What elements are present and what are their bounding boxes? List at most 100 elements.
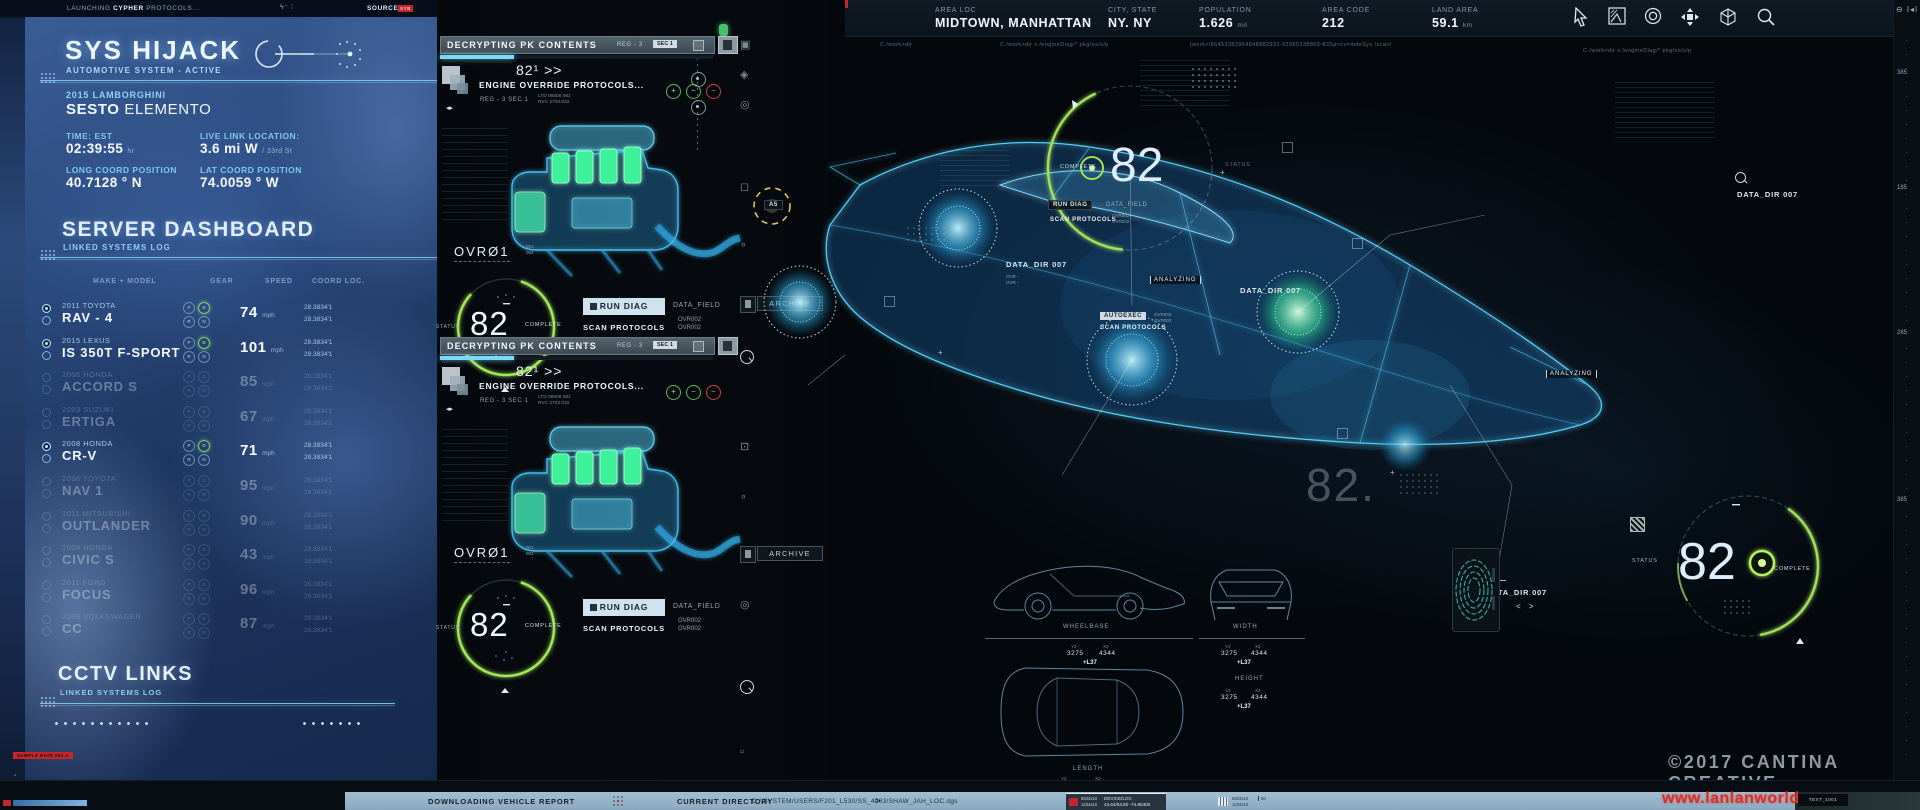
dot-decoration — [40, 696, 56, 708]
autoexec-button[interactable]: AUTOEXEC — [1100, 312, 1146, 320]
area-code-cell: AREA CODE212 — [1322, 7, 1370, 30]
cctv-title: CCTV LINKS — [58, 663, 193, 686]
document-chip-icon[interactable] — [718, 36, 738, 54]
city-state-cell: CITY, STATENY. NY — [1108, 7, 1157, 30]
row-speed: 87 mph — [240, 615, 275, 633]
minus-button[interactable]: − — [686, 84, 701, 99]
search-icon[interactable] — [740, 680, 754, 694]
search-icon[interactable] — [1735, 172, 1746, 183]
divider — [40, 703, 395, 704]
analyzing-tag: ANALYZING — [1546, 370, 1597, 378]
battery-icon — [719, 24, 728, 36]
table-row[interactable]: 2011 TOYOTA RAV - 4 PDRN 74 mph 28.3834'… — [40, 298, 437, 330]
minus-button[interactable]: − — [686, 385, 701, 400]
fingerprint-scanner[interactable] — [1452, 548, 1500, 632]
time-label: TIME: EST — [66, 131, 113, 141]
row-speed: 74 mph — [240, 304, 275, 322]
row-model: CC — [62, 621, 82, 636]
population-cell: POPULATION1.626 mil — [1199, 7, 1252, 30]
abort-button[interactable]: − — [706, 84, 721, 99]
chevron-icon[interactable]: ≻ — [875, 796, 882, 805]
move-icon[interactable] — [1680, 7, 1700, 27]
table-row[interactable]: 2015 LEXUS IS 350T F-SPORT PDRN 101 mph … — [40, 333, 437, 365]
table-row[interactable]: 2008 HONDA CIVIC S PDRN 43 mph 28.3834'1… — [40, 540, 437, 572]
row-speed: 71 mph — [240, 442, 275, 460]
table-row[interactable]: 2003 SUZUKI ERTIGA PDRN 67 mph 28.3834'1… — [40, 402, 437, 434]
decrypt-line: ENGINE OVERRIDE PROTOCOLS... — [479, 80, 644, 90]
cctv-link-dots[interactable] — [300, 721, 364, 726]
table-row[interactable]: 2006 HONDA ACCORD S PDRN 85 mph 28.3834'… — [40, 367, 437, 399]
svg-text:+: + — [1390, 468, 1395, 477]
record-target-icon[interactable] — [1644, 7, 1662, 25]
square-marker — [1352, 238, 1363, 249]
target-vehicle-year: 2015 LAMBORGHINI — [66, 90, 166, 100]
terminal-text: C:/work>dir s:/engineDiag/* pkg/os/s/p — [1000, 42, 1109, 48]
wheelbase-label: WHEELBASE — [1063, 624, 1109, 630]
ovr-label: OVRØ1 — [454, 545, 510, 563]
ovr-label: OVRØ1 — [454, 244, 510, 262]
search-icon[interactable] — [1756, 7, 1776, 27]
data-noise — [1615, 82, 1715, 142]
table-row[interactable]: 2009 VOLKSWAGEN CC PDRN 87 mph 28.3834'1… — [40, 609, 437, 641]
decrypt-percent: 82¹ >> — [516, 62, 562, 78]
run-diag-button[interactable]: RUN DIAG — [1048, 200, 1092, 210]
orbit-icon[interactable]: ◎ — [740, 98, 750, 111]
long-label: LONG COORD POSITION — [66, 165, 177, 175]
gear-indicator: PDRN — [183, 613, 217, 639]
livelink-label: LIVE LINK LOCATION: — [200, 131, 300, 141]
diamond-icon[interactable]: ◈ — [740, 68, 748, 81]
image-icon[interactable] — [1608, 7, 1626, 25]
gauge-value: 82 — [1110, 138, 1163, 193]
abort-button[interactable]: − — [706, 385, 721, 400]
table-row[interactable]: 2011 FORD FOCUS PDRN 96 mph 28.3834'128.… — [40, 575, 437, 607]
land-area-cell: LAND AREA59.1 km — [1432, 7, 1479, 30]
table-row[interactable]: 2011 MITSUBISHI OUTLANDER PDRN 90 mph 28… — [40, 506, 437, 538]
file-stack-icon — [442, 367, 472, 399]
panel-header-icon[interactable] — [693, 40, 704, 51]
gauge-value: 82 — [470, 606, 509, 644]
run-diag-button[interactable]: RUN DIAG — [583, 599, 665, 616]
confirm-button[interactable]: + — [666, 385, 681, 400]
footer-red-chip — [3, 800, 11, 806]
long-value: 40.7128 ° N — [66, 175, 142, 190]
gauge-complete-label: COMPLETE — [525, 322, 562, 328]
run-diag-button[interactable]: RUN DIAG — [583, 298, 665, 315]
panel-header[interactable]: DECRYPTING PK CONTENTS REG - 3 SEC 1 — [440, 36, 715, 54]
dashboard-subtitle: LINKED SYSTEMS LOG — [63, 243, 171, 252]
page-title: SYS HIJACK — [65, 35, 241, 66]
row-coords: 28.3834'128.3834'1 — [304, 510, 332, 534]
gear-indicator: PDRN — [183, 302, 217, 328]
cursor-icon[interactable] — [1572, 7, 1590, 27]
data-noise — [442, 128, 508, 224]
reg-sec-label: REG - 3 SEC 1 — [480, 97, 528, 103]
row-coords: 28.3834'128.3834'1 — [304, 613, 332, 637]
panel-header-icon[interactable] — [693, 341, 704, 352]
crosshair-icon — [612, 795, 624, 807]
square-marker — [884, 296, 895, 307]
gear-indicator: PDRN — [183, 371, 217, 397]
row-coords: 28.3834'128.3834'1 — [304, 475, 332, 499]
node-icon[interactable]: ▫ — [740, 746, 744, 758]
gauge-status-label: STATUS — [1632, 558, 1658, 564]
confirm-button[interactable]: + — [666, 84, 681, 99]
area-loc-cell: AREA LOCMIDTOWN, MANHATTAN — [935, 7, 1092, 30]
cube-icon[interactable] — [1718, 7, 1738, 27]
source-label: SOURCE — [367, 5, 398, 12]
window-controls[interactable]: ⊖ ǀ◂ǀ — [1896, 5, 1918, 14]
table-row[interactable]: 2006 TOYOTA NAV 1 PDRN 95 mph 28.3834'12… — [40, 471, 437, 503]
cctv-link-dots[interactable] — [52, 721, 152, 726]
document-chip-icon[interactable] — [718, 337, 738, 355]
row-speed: 95 mph — [240, 477, 275, 495]
left-edge-strip — [0, 0, 25, 810]
panel-header[interactable]: DECRYPTING PK CONTENTS REG - 3 SEC 1 — [440, 337, 715, 355]
dot-decoration — [40, 249, 56, 261]
table-row[interactable]: 2008 HONDA CR-V PDRN 71 mph 28.3834'128.… — [40, 436, 437, 468]
row-coords: 28.3834'128.3834'1 — [304, 579, 332, 603]
node-icon[interactable]: ⊡ — [740, 440, 749, 453]
window-icon[interactable]: ▣ — [740, 38, 750, 51]
prev-next-arrows[interactable]: < > — [1516, 602, 1537, 611]
row-speed: 85 mph — [240, 373, 275, 391]
gauge-complete-label: COMPLETE — [525, 623, 562, 629]
orbit-icon[interactable]: ◎ — [740, 598, 750, 611]
ovr-sub: 001002 — [526, 244, 534, 255]
